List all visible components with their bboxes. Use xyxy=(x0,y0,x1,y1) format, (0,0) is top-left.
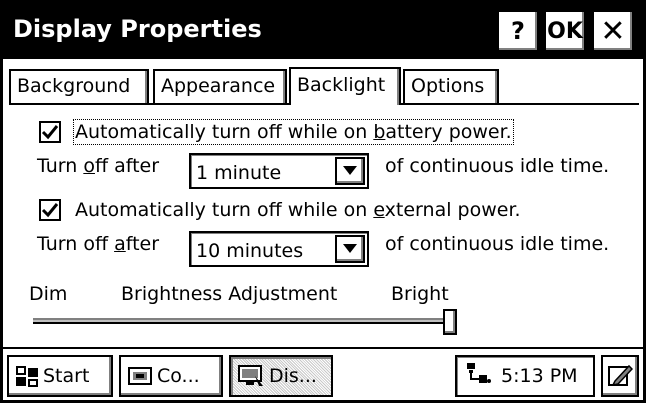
external-timeout-value: 10 minutes xyxy=(196,240,304,262)
battery-label-accel: b xyxy=(373,121,386,143)
taskbar-item-control-panel[interactable]: Co... xyxy=(119,355,223,397)
checkmark-icon xyxy=(41,125,59,140)
external-label-text: Automatically turn off while on xyxy=(75,199,374,221)
external-turnoff-label: Turn off after xyxy=(37,233,159,255)
taskbar: Start Co... Dis... 5:13 PM xyxy=(3,347,643,400)
help-button[interactable]: ? xyxy=(497,10,539,52)
brightness-slider-track[interactable] xyxy=(33,318,453,324)
external-suffix: of continuous idle time. xyxy=(385,233,610,255)
battery-checkbox[interactable] xyxy=(39,121,61,143)
dropdown-arrow-icon[interactable] xyxy=(335,157,365,185)
start-button[interactable]: Start xyxy=(7,355,113,397)
display-icon xyxy=(237,364,265,388)
close-button[interactable]: ✕ xyxy=(592,10,634,52)
window-title: Display Properties xyxy=(13,15,262,43)
backlight-panel: Automatically turn off while on battery … xyxy=(11,107,639,343)
control-panel-icon xyxy=(127,364,153,388)
system-tray: 5:13 PM xyxy=(455,355,595,397)
external-turnoff-post: fter xyxy=(125,233,160,255)
bright-label: Bright xyxy=(391,283,449,305)
battery-timeout-value: 1 minute xyxy=(196,162,282,184)
title-bar: Display Properties ? OK ✕ xyxy=(3,3,643,59)
desktop-pen-icon xyxy=(608,364,633,387)
taskbar-item-label: Dis... xyxy=(269,365,317,387)
battery-label-text: Automatically turn off while on xyxy=(75,121,374,143)
battery-turnoff-post: ff after xyxy=(94,155,160,177)
external-checkbox[interactable] xyxy=(39,199,61,221)
windows-flag-icon xyxy=(15,364,39,388)
taskbar-item-display[interactable]: Dis... xyxy=(229,355,333,397)
external-turnoff-pre: Turn off xyxy=(37,233,115,255)
clock[interactable]: 5:13 PM xyxy=(501,365,578,387)
external-timeout-dropdown[interactable]: 10 minutes xyxy=(189,231,369,267)
battery-turnoff-pre: Turn xyxy=(37,155,84,177)
network-icon[interactable] xyxy=(465,361,493,392)
external-checkbox-label[interactable]: Automatically turn off while on external… xyxy=(75,199,521,221)
tab-strip: Background Appearance Backlight Options xyxy=(9,67,639,105)
battery-turnoff-accel: o xyxy=(83,155,95,177)
tab-backlight[interactable]: Backlight xyxy=(289,67,401,105)
battery-label-rest: attery power. xyxy=(385,121,512,143)
taskbar-item-label: Co... xyxy=(157,365,200,387)
display-properties-window: Display Properties ? OK ✕ Background App… xyxy=(0,0,646,403)
checkmark-icon xyxy=(41,203,59,218)
tab-appearance[interactable]: Appearance xyxy=(153,69,287,103)
show-desktop-button[interactable] xyxy=(601,355,639,397)
tab-background[interactable]: Background xyxy=(9,69,149,103)
external-label-rest: xternal power. xyxy=(384,199,521,221)
start-label: Start xyxy=(43,365,90,387)
brightness-title: Brightness Adjustment xyxy=(121,283,338,305)
battery-turnoff-label: Turn off after xyxy=(37,155,159,177)
tab-options[interactable]: Options xyxy=(403,69,499,103)
battery-checkbox-label[interactable]: Automatically turn off while on battery … xyxy=(73,119,514,145)
battery-timeout-dropdown[interactable]: 1 minute xyxy=(189,153,369,189)
brightness-slider-thumb[interactable] xyxy=(443,309,457,335)
external-label-accel: e xyxy=(373,199,385,221)
dropdown-arrow-icon[interactable] xyxy=(335,235,365,263)
ok-button[interactable]: OK xyxy=(544,10,586,52)
battery-suffix: of continuous idle time. xyxy=(385,155,610,177)
external-turnoff-accel: a xyxy=(114,233,126,255)
dim-label: Dim xyxy=(29,283,68,305)
